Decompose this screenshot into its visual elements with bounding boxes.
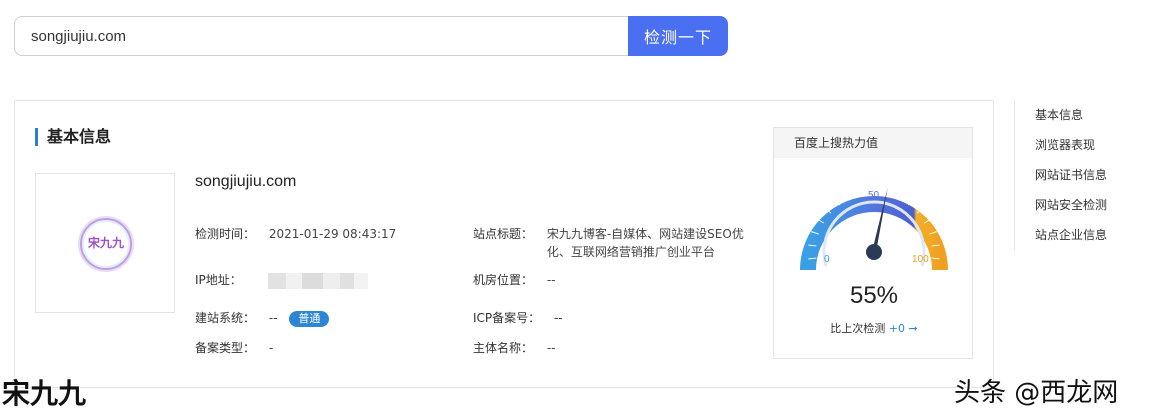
check-time-label: 检测时间：: [195, 227, 256, 241]
record-type-value: -: [268, 341, 274, 355]
icp-row: ICP备案号： --: [473, 309, 563, 327]
gauge-tick: [846, 191, 851, 200]
gauge-tick: [811, 269, 819, 273]
subject-row: 主体名称： --: [473, 339, 556, 357]
gauge-min-label: 0: [824, 254, 830, 265]
check-time-value: 2021-01-29 08:43:17: [268, 227, 397, 241]
basic-info-card: 基本信息 宋九九 songjiujiu.com 检测时间： 2021-01-29…: [14, 100, 994, 388]
check-time-row: 检测时间： 2021-01-29 08:43:17: [195, 225, 396, 243]
site-title-value: 宋九九博客-自媒体、网站建设SEO优 化、互联网络营销推广创业平台: [547, 225, 757, 261]
site-logo-text: 宋九九: [87, 236, 124, 250]
side-nav-company[interactable]: 站点企业信息: [1015, 220, 1151, 250]
gauge-tick: [859, 187, 863, 196]
icp-value: --: [553, 311, 563, 325]
section-title: 基本信息: [35, 127, 111, 147]
gauge-tick: [834, 198, 841, 206]
side-nav-security[interactable]: 网站安全检测: [1015, 190, 1151, 220]
heat-percent: 55%: [849, 282, 899, 309]
watermark-left: 宋九九: [2, 377, 87, 410]
heat-compare-label: 比上次检测: [830, 322, 886, 335]
check-button[interactable]: 检测一下: [628, 16, 728, 56]
site-title-line-1: 宋九九博客-自媒体、网站建设SEO优: [546, 227, 744, 241]
gauge-tick: [897, 191, 902, 200]
search-bar: 检测一下: [14, 16, 728, 56]
gauge-hub: [866, 244, 882, 260]
gauge-mid-label: 50: [868, 190, 880, 201]
side-nav: 基本信息 浏览器表现 网站证书信息 网站安全检测 站点企业信息: [1014, 100, 1151, 250]
ip-row: IP地址：: [195, 271, 368, 289]
side-nav-basic-info[interactable]: 基本信息: [1015, 100, 1151, 130]
gauge-max-label: 100: [912, 254, 929, 265]
site-title-label: 站点标题：: [473, 227, 534, 241]
site-title-row: 站点标题： 宋九九博客-自媒体、网站建设SEO优 化、互联网络营销推广创业平台: [473, 225, 757, 261]
site-title-line-2: 化、互联网络营销推广创业平台: [546, 245, 715, 259]
heat-compare-delta: +0 ➞: [888, 322, 918, 335]
ip-label: IP地址：: [195, 273, 242, 287]
side-nav-browser[interactable]: 浏览器表现: [1015, 130, 1151, 160]
heat-title: 百度上搜热力值: [774, 128, 972, 158]
room-value: --: [546, 273, 556, 287]
record-type-row: 备案类型： -: [195, 339, 273, 357]
watermark-right: 头条 @西龙网: [954, 378, 1119, 408]
heat-compare: 比上次检测 +0 ➞: [774, 320, 974, 336]
subject-value: --: [546, 341, 556, 355]
cms-badge: 普通: [289, 311, 330, 327]
cms-value: --: [268, 311, 278, 325]
ip-value-blurred: [267, 272, 368, 289]
domain-title: songjiujiu.com: [195, 173, 297, 190]
cms-row: 建站系统： -- 普通: [195, 309, 330, 327]
site-logo-box: 宋九九: [35, 173, 175, 313]
side-nav-cert[interactable]: 网站证书信息: [1015, 160, 1151, 190]
cms-label: 建站系统：: [195, 311, 256, 325]
room-label: 机房位置：: [473, 273, 534, 287]
subject-label: 主体名称：: [473, 341, 534, 355]
icp-label: ICP备案号：: [473, 311, 541, 325]
heat-panel: 百度上搜热力值 0 50 100 55% 比上次检测 +0 ➞: [773, 127, 973, 359]
record-type-label: 备案类型：: [195, 341, 256, 355]
room-row: 机房位置： --: [473, 271, 556, 289]
gauge-tick: [907, 198, 914, 206]
search-input[interactable]: [14, 16, 630, 56]
gauge-tick: [929, 269, 937, 273]
